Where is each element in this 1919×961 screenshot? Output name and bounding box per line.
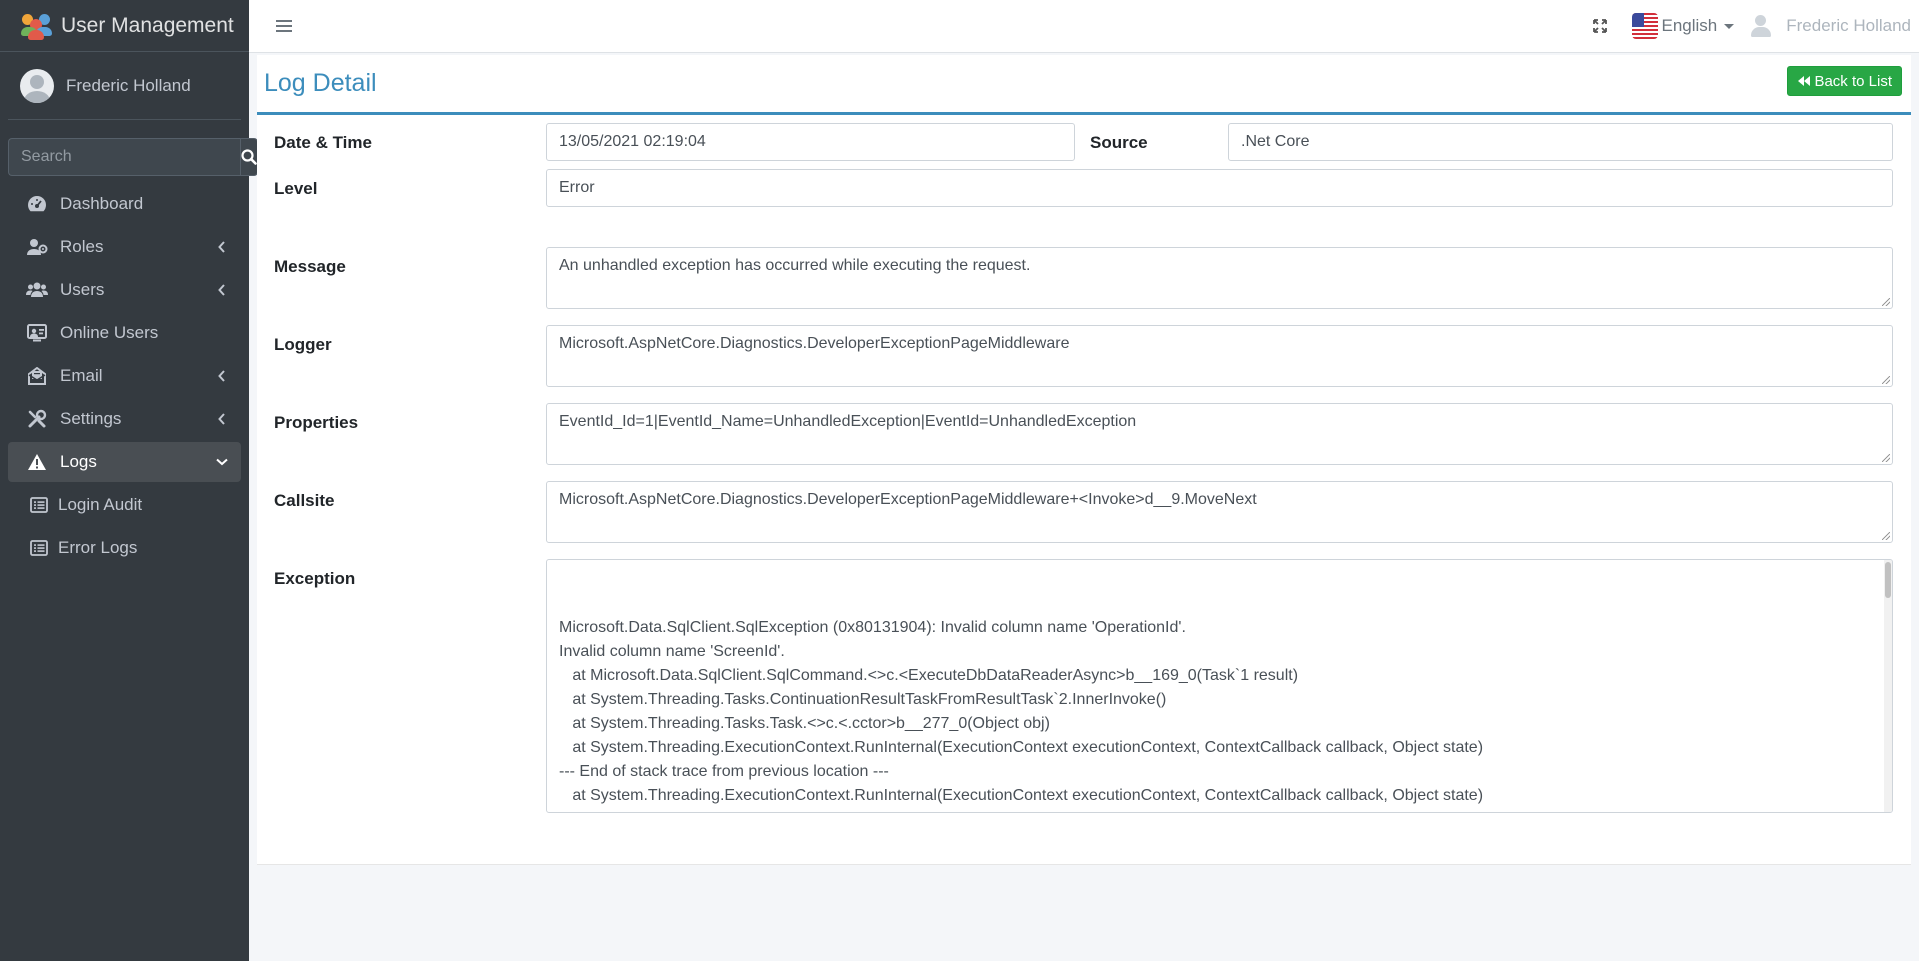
sidebar: User Management Frederic Holland Dashboa…: [0, 0, 258, 961]
caret-down-icon: [1724, 23, 1735, 29]
list-icon: [28, 494, 50, 516]
exception-field[interactable]: Microsoft.Data.SqlClient.SqlException (0…: [546, 559, 1893, 813]
sidebar-item-email[interactable]: Email: [8, 356, 241, 396]
exception-label: Exception: [274, 569, 356, 588]
datetime-field[interactable]: 13/05/2021 02:19:04: [546, 123, 1075, 161]
sidebar-search: [8, 138, 258, 176]
properties-label: Properties: [274, 413, 359, 432]
logger-label: Logger: [274, 335, 332, 354]
chevron-down-icon: [215, 455, 229, 469]
navbar-user-menu[interactable]: Frederic Holland: [1750, 14, 1911, 38]
warning-icon: [26, 451, 48, 473]
sidebar-item-label: Users: [60, 280, 105, 299]
dashboard-icon: [26, 193, 48, 215]
user-icon: [1750, 14, 1772, 38]
navbar-right: English Frederic Holland: [1590, 0, 1919, 52]
main-content: Log Detail Back to List Date & Time 13/0…: [249, 53, 1919, 961]
message-field[interactable]: An unhandled exception has occurred whil…: [546, 247, 1893, 309]
sidebar-item-label: Online Users: [60, 323, 159, 342]
exception-scrollbar[interactable]: [1884, 560, 1892, 812]
level-label: Level: [274, 179, 318, 198]
us-flag-icon: [1631, 13, 1658, 39]
card-header: Log Detail Back to List: [257, 55, 1911, 115]
sidebar-item-dashboard[interactable]: Dashboard: [8, 184, 241, 224]
back-button-label: Back to List: [1814, 72, 1892, 90]
sidebar-user-panel[interactable]: Frederic Holland: [8, 52, 241, 120]
source-field[interactable]: .Net Core: [1228, 123, 1893, 161]
properties-field[interactable]: EventId_Id=1|EventId_Name=UnhandledExcep…: [546, 403, 1893, 465]
fullscreen-icon[interactable]: [1590, 16, 1610, 36]
sidebar-item-label: Dashboard: [60, 194, 144, 213]
sidebar-search-input[interactable]: [8, 138, 240, 176]
avatar: [20, 68, 54, 103]
settings-icon: [26, 408, 48, 430]
chevron-left-icon: [215, 283, 229, 297]
roles-icon: [26, 236, 48, 258]
sidebar-item-login-audit[interactable]: Login Audit: [28, 485, 241, 525]
source-label: Source: [1090, 133, 1148, 152]
sidebar-item-error-logs[interactable]: Error Logs: [28, 528, 241, 568]
sidebar-item-label: Roles: [60, 237, 104, 256]
sidebar-item-online-users[interactable]: Online Users: [8, 313, 241, 353]
sidebar-item-label: Error Logs: [58, 538, 138, 557]
page-title: Log Detail: [264, 69, 377, 97]
brand-logo-icon: [20, 10, 52, 42]
sidebar-nav: Dashboard Roles Users Online Users Email…: [8, 184, 241, 568]
sidebar-user-name[interactable]: Frederic Holland: [66, 76, 191, 96]
chevron-left-icon: [215, 412, 229, 426]
datetime-label: Date & Time: [274, 133, 372, 152]
top-navbar: English Frederic Holland: [249, 0, 1919, 53]
brand-link[interactable]: User Management: [0, 0, 249, 52]
language-dropdown[interactable]: English: [1631, 13, 1735, 39]
backward-icon: [1797, 75, 1811, 87]
sidebar-item-label: Email: [60, 366, 103, 385]
online-users-icon: [26, 322, 48, 344]
sidebar-item-label: Login Audit: [58, 495, 143, 514]
logs-submenu: Login Audit Error Logs: [8, 485, 241, 568]
sidebar-item-settings[interactable]: Settings: [8, 399, 241, 439]
email-icon: [26, 365, 48, 387]
message-label: Message: [274, 257, 346, 276]
users-icon: [26, 279, 48, 301]
brand-title: User Management: [61, 13, 234, 37]
hamburger-menu-icon[interactable]: [273, 15, 295, 37]
chevron-left-icon: [215, 369, 229, 383]
logger-field[interactable]: Microsoft.AspNetCore.Diagnostics.Develop…: [546, 325, 1893, 387]
sidebar-item-label: Settings: [60, 409, 122, 428]
sidebar-item-logs[interactable]: Logs: [8, 442, 241, 482]
callsite-field[interactable]: Microsoft.AspNetCore.Diagnostics.Develop…: [546, 481, 1893, 543]
callsite-label: Callsite: [274, 491, 335, 510]
sidebar-item-roles[interactable]: Roles: [8, 227, 241, 267]
chevron-left-icon: [215, 240, 229, 254]
log-detail-card: Log Detail Back to List Date & Time 13/0…: [257, 55, 1911, 865]
sidebar-item-users[interactable]: Users: [8, 270, 241, 310]
list-icon: [28, 537, 50, 559]
language-label: English: [1661, 16, 1718, 35]
navbar-user-name: Frederic Holland: [1786, 16, 1911, 35]
exception-text: Microsoft.Data.SqlClient.SqlException (0…: [559, 619, 1484, 812]
level-field[interactable]: Error: [546, 169, 1893, 207]
scrollbar-thumb[interactable]: [1885, 562, 1891, 598]
back-to-list-button[interactable]: Back to List: [1787, 66, 1902, 96]
sidebar-item-label: Logs: [60, 452, 97, 471]
